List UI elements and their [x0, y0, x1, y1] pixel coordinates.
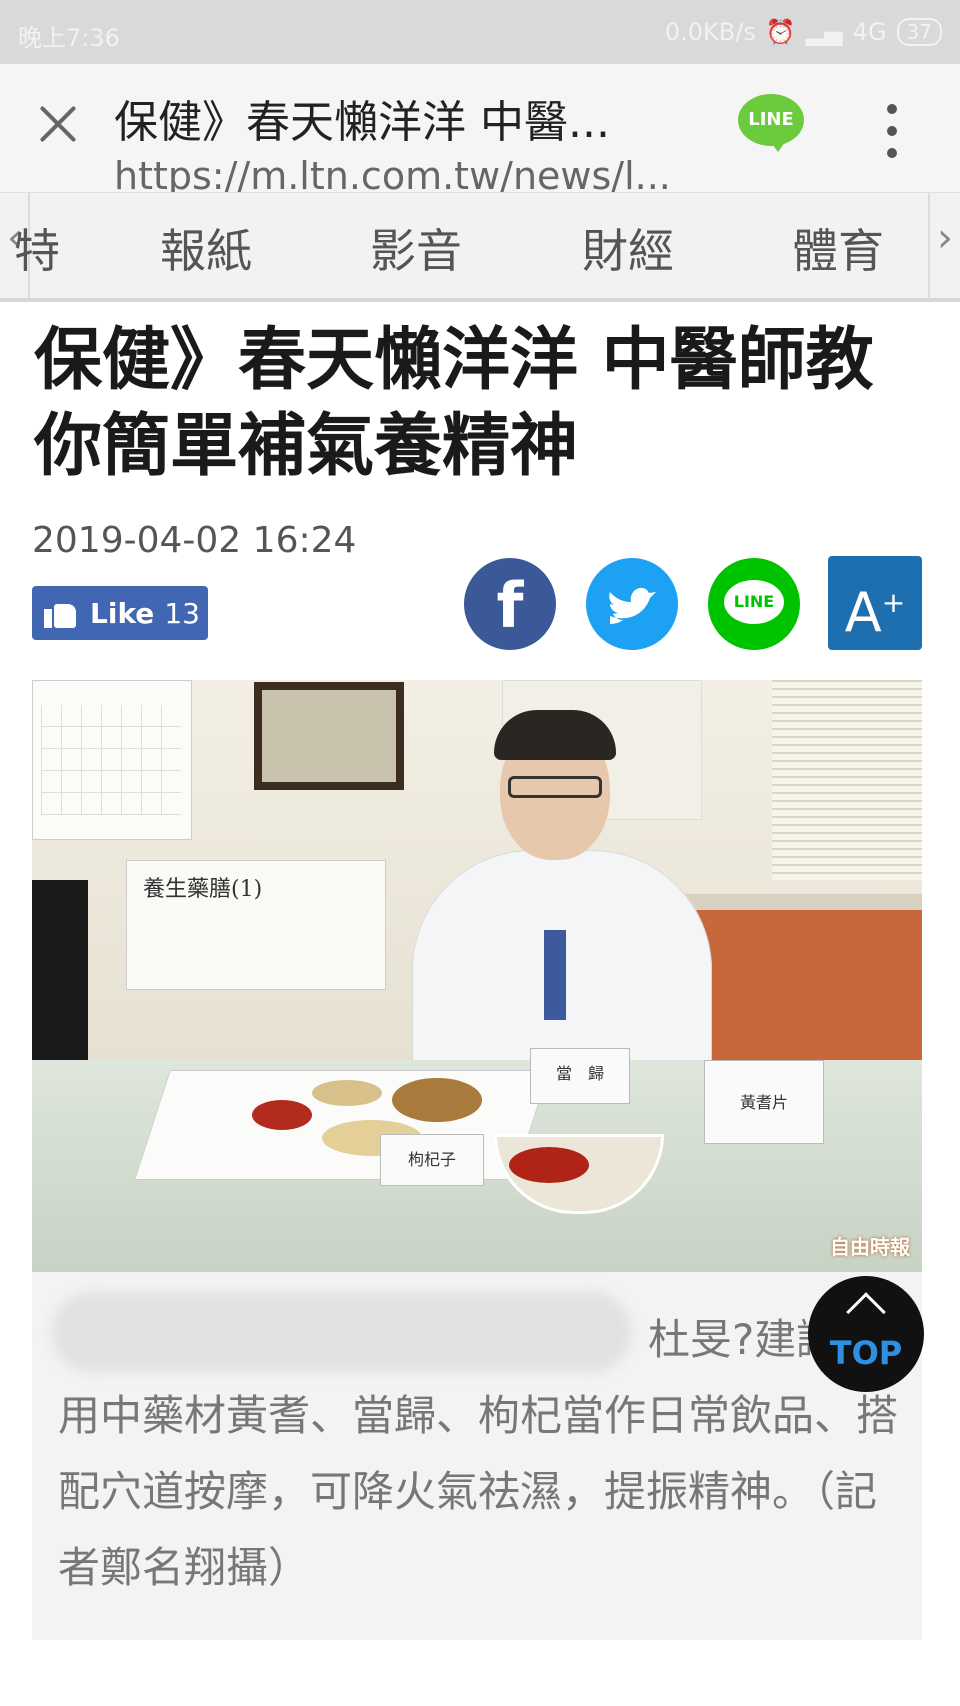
status-bar: 晚上7:36 0.0KB/s ⏰ ▂▄ 4G 37	[0, 0, 960, 64]
line-icon: LINE	[724, 580, 784, 624]
photo-herb-pile	[312, 1080, 382, 1106]
photo-picture-frame	[254, 682, 404, 790]
more-menu-icon[interactable]	[880, 104, 904, 160]
browser-header: 保健》春天懶洋洋 中醫... https://m.ltn.com.tw/news…	[0, 64, 960, 192]
photo-doctor-hair	[494, 710, 616, 760]
photo-label-danggui: 當 歸	[530, 1048, 630, 1104]
twitter-share-button[interactable]	[586, 558, 678, 650]
network-speed: 0.0KB/s	[664, 18, 756, 46]
photo-calendar	[32, 680, 192, 840]
status-time: 晚上7:36	[18, 24, 120, 52]
line-share-circle-button[interactable]: LINE	[708, 558, 800, 650]
photo-doctor-glasses	[508, 776, 602, 798]
thumbs-up-icon	[44, 598, 78, 628]
font-size-icon: A	[844, 581, 882, 644]
facebook-icon: f	[496, 569, 524, 642]
photo-herb-poster: 養生藥膳(1)	[126, 860, 386, 990]
plus-icon: +	[881, 586, 906, 619]
like-label: Like	[90, 596, 155, 630]
facebook-like-button[interactable]: Like 13	[32, 586, 208, 640]
font-size-button[interactable]: A+	[828, 556, 922, 650]
battery-level: 37	[896, 18, 942, 46]
category-nav: ‹ 特 報紙 影音 財經 體育 ›	[0, 192, 960, 302]
network-type: 4G	[852, 18, 887, 46]
status-indicators: 0.0KB/s ⏰ ▂▄ 4G 37	[665, 18, 942, 46]
photo-watermark: 自由時報	[830, 1235, 910, 1259]
category-item-video[interactable]: 影音	[370, 215, 462, 281]
page-title: 保健》春天懶洋洋 中醫...	[114, 97, 610, 148]
twitter-icon	[609, 587, 656, 624]
close-icon[interactable]	[34, 100, 82, 148]
arrow-up-icon	[846, 1292, 886, 1332]
line-share-button[interactable]: LINE	[738, 94, 804, 154]
photo-doctor-tie	[544, 930, 566, 1020]
photo-label-goji: 枸杞子	[380, 1134, 484, 1186]
page-url[interactable]: https://m.ltn.com.tw/news/l...	[114, 154, 694, 192]
photo-herb-pile	[392, 1078, 482, 1122]
photo-caption: 杜旻?建議可用中藥材黃耆、當歸、枸杞當作日常飲品、搭配穴道按摩，可降火氣祛濕，提…	[32, 1272, 922, 1640]
signal-icon: ▂▄	[805, 18, 843, 46]
article-photo[interactable]: 養生藥膳(1) 枸杞子 當 歸 黃耆片 自由時報	[32, 680, 922, 1272]
poster-title: 養生藥膳(1)	[143, 877, 263, 902]
top-label: TOP	[829, 1334, 903, 1372]
photo-goji-pile	[252, 1100, 312, 1130]
category-item-newspaper[interactable]: 報紙	[160, 215, 252, 281]
article-date: 2019-04-02 16:24	[32, 520, 357, 561]
alarm-icon: ⏰	[765, 18, 796, 46]
like-count: 13	[164, 596, 200, 630]
chevron-right-icon[interactable]: ›	[930, 215, 960, 261]
category-item-partial[interactable]: 特	[14, 215, 60, 281]
back-to-top-button[interactable]: TOP	[808, 1276, 924, 1392]
line-icon-tail	[768, 138, 788, 152]
article-headline: 保健》春天懶洋洋 中醫師教你簡單補氣養精神	[34, 321, 874, 486]
photo-window-blinds	[772, 680, 922, 880]
category-item-sports[interactable]: 體育	[792, 215, 884, 281]
facebook-share-button[interactable]: f	[464, 558, 556, 650]
caption-text: 杜旻?建議可用中藥材黃耆、當歸、枸杞當作日常飲品、搭配穴道按摩，可降火氣祛濕，提…	[58, 1315, 899, 1592]
category-item-finance[interactable]: 財經	[582, 215, 674, 281]
photo-label-huangqi: 黃耆片	[704, 1060, 824, 1144]
